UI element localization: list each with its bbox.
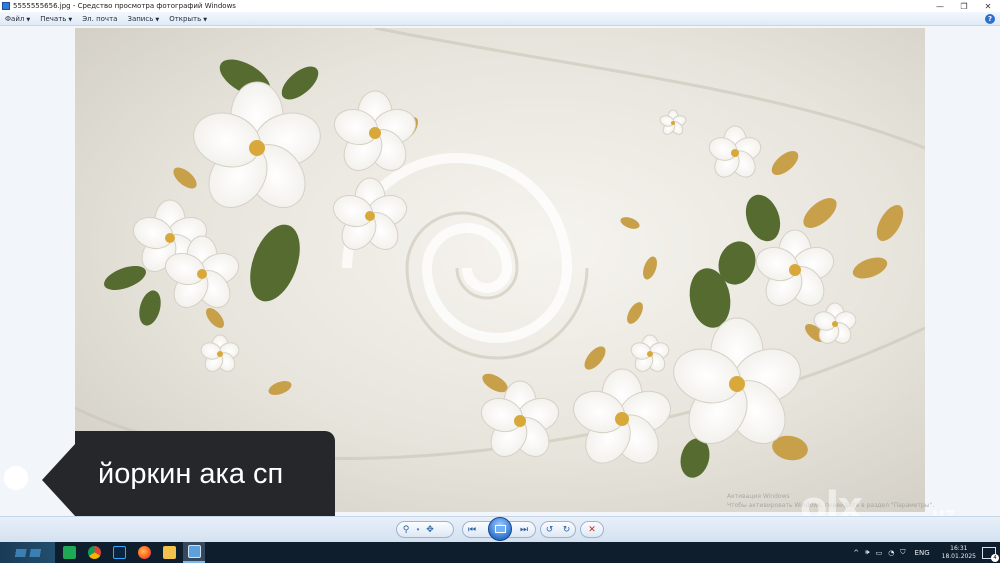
white-dot-marker — [4, 466, 28, 490]
taskbar-firefox[interactable] — [133, 542, 155, 563]
start-logo-icon — [7, 548, 48, 557]
chevron-down-icon: ▼ — [155, 16, 160, 23]
help-icon[interactable]: ? — [985, 13, 995, 24]
clock-date: 18.01.2025 — [941, 552, 976, 560]
clock-time: 16:31 — [950, 544, 968, 552]
slideshow-button[interactable] — [488, 517, 512, 541]
whatsapp-icon — [62, 546, 76, 559]
taskbar-photo-viewer[interactable] — [183, 542, 205, 563]
photoshop-icon — [112, 546, 126, 559]
taskbar-chrome[interactable] — [83, 542, 105, 563]
title-bar: 5555555656.jpg - Средство просмотра фото… — [0, 0, 1000, 12]
zoom-group: ⚲ ▾ ✥ — [396, 521, 454, 538]
menu-file-label: Файл — [5, 14, 25, 23]
menu-open[interactable]: Открыть ▼ — [164, 15, 212, 23]
security-icon[interactable]: ⛉ — [900, 548, 905, 557]
caption-pointer — [42, 443, 76, 517]
close-button[interactable]: ✕ — [976, 0, 1000, 12]
notification-icon[interactable]: 4 — [982, 546, 999, 562]
menu-open-label: Открыть — [169, 14, 202, 23]
maximize-button[interactable]: ❐ — [952, 0, 976, 12]
menu-burn[interactable]: Запись ▼ — [122, 15, 164, 23]
actual-size-icon[interactable]: ✥ — [421, 522, 439, 537]
next-icon[interactable]: ⏭ — [515, 522, 533, 537]
minimize-button[interactable]: — — [928, 0, 952, 12]
taskbar-file-explorer[interactable] — [158, 542, 180, 563]
rotate-cw-icon[interactable]: ↻ — [558, 522, 575, 537]
taskbar-photoshop[interactable] — [108, 542, 130, 563]
delete-group: ✕ — [580, 521, 604, 538]
overlay-caption: йоркин ака сп — [98, 458, 284, 490]
menu-email-label: Эл. почта — [82, 14, 118, 23]
rotate-group: ↺ ↻ — [540, 521, 576, 538]
chevron-down-icon: ▼ — [203, 16, 208, 23]
menu-email[interactable]: Эл. почта — [77, 15, 122, 23]
menu-bar: Файл ▼ Печать ▼ Эл. почта Запись ▼ Открыть ▼… — [0, 12, 1000, 26]
system-tray: ^ 🕪 ▭ ◔ ⛉ ENG 16:31 18.01.2025 4 — [850, 542, 1000, 563]
firefox-icon — [137, 546, 151, 559]
previous-icon[interactable]: ⏮ — [463, 522, 481, 537]
volume-icon[interactable]: 🕪 — [865, 548, 869, 557]
folder-icon — [162, 546, 176, 559]
taskbar: ^ 🕪 ▭ ◔ ⛉ ENG 16:31 18.01.2025 4 — [0, 542, 1000, 563]
chevron-down-icon: ▼ — [68, 16, 73, 23]
network-icon[interactable]: ◔ — [888, 549, 894, 557]
start-button[interactable] — [0, 542, 55, 563]
clock[interactable]: 16:31 18.01.2025 — [942, 545, 976, 561]
chevron-down-icon: ▼ — [26, 16, 31, 23]
language-indicator[interactable]: ENG — [915, 549, 930, 557]
notification-count: 4 — [991, 553, 999, 562]
rotate-ccw-icon[interactable]: ↺ — [541, 522, 558, 537]
window-title: 5555555656.jpg - Средство просмотра фото… — [13, 2, 236, 10]
photo-viewer-icon — [187, 545, 201, 558]
menu-file[interactable]: Файл ▼ — [0, 15, 35, 23]
taskbar-whatsapp[interactable] — [58, 542, 80, 563]
chevron-up-icon[interactable]: ^ — [853, 549, 859, 557]
zoom-icon[interactable]: ⚲ — [397, 522, 415, 537]
menu-print-label: Печать — [40, 14, 67, 23]
menu-burn-label: Запись — [127, 14, 154, 23]
menu-print[interactable]: Печать ▼ — [35, 15, 77, 23]
chrome-icon — [87, 546, 101, 559]
photo-viewer-app-icon — [2, 2, 10, 10]
slideshow-icon — [494, 525, 506, 533]
battery-icon[interactable]: ▭ — [876, 549, 883, 557]
delete-icon[interactable]: ✕ — [583, 522, 601, 537]
